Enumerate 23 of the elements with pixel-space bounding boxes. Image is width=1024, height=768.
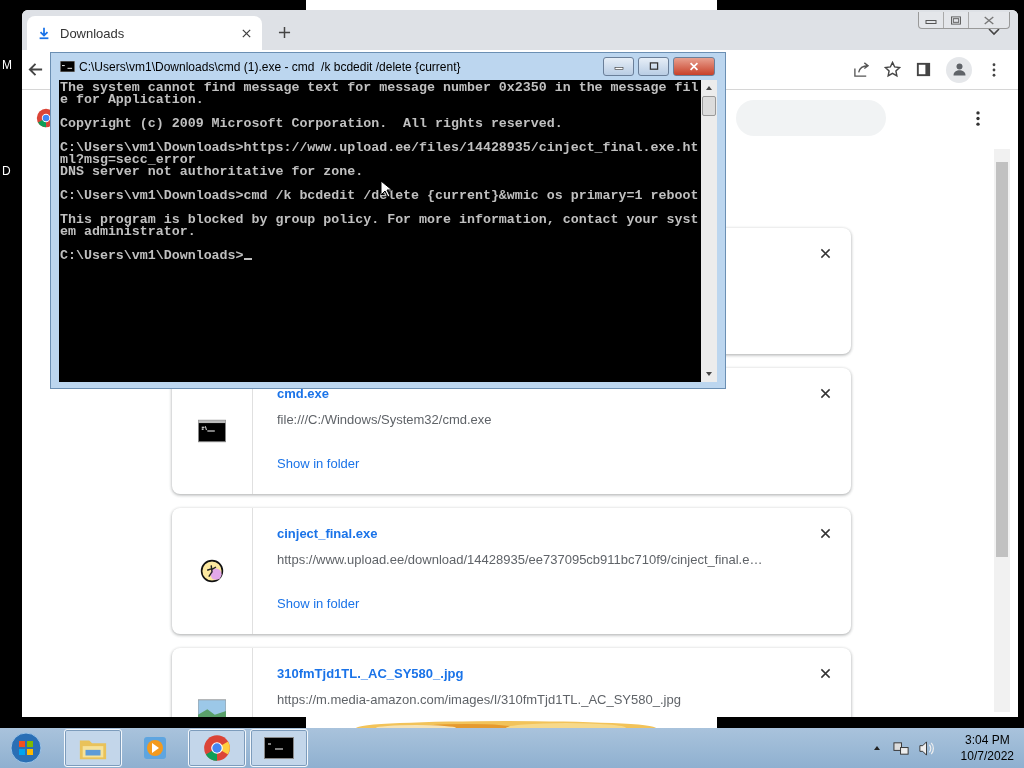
console-line: DNS server not authoritative for zone. bbox=[60, 166, 365, 178]
clock[interactable]: 3:04 PM 10/7/2022 bbox=[960, 732, 1014, 764]
console-line: ml?msg=secc_error bbox=[60, 154, 196, 166]
console-line: C:\Users\vm1\Downloads>cmd /k bcdedit /delete {current}&wmic os primary=1 reboot bbox=[60, 190, 700, 202]
desktop-icon-label: M bbox=[2, 58, 12, 72]
desktop-icon-label: D bbox=[2, 164, 12, 178]
console-line: C:\Users\vm1\Downloads> bbox=[60, 250, 701, 262]
file-url: https://m.media-amazon.com/images/I/310fmTjd1TL._AC_SY580_.jpg bbox=[277, 692, 681, 708]
console-line: em administrator. bbox=[60, 226, 197, 238]
window-title: C:\Users\vm1\Downloads\cmd (1).exe - cmd /k bcdedit /delete {current} bbox=[79, 59, 461, 74]
file-url: file:///C:/Windows/System32/cmd.exe bbox=[277, 412, 492, 428]
console-line: C:\Users\vm1\Downloads>https://www.upload.ee/files/14428935/cinject_final.exe.ht bbox=[60, 142, 700, 154]
console-line: The system cannot find message text for message number 0x2350 in the message fil bbox=[60, 82, 700, 94]
console-line: Copyright (c) 2009 Microsoft Corporation. All rights reserved. bbox=[60, 118, 564, 130]
show-in-folder-link[interactable]: Show in folder bbox=[277, 456, 360, 472]
console-line: This program is blocked by group policy. For more information, contact your syst bbox=[60, 214, 700, 226]
file-name-link[interactable]: 310fmTjd1TL._AC_SY580_.jpg bbox=[277, 666, 464, 682]
file-url: https://www.upload.ee/download/14428935/ee737095cb911bc710f9/cinject_final.e… bbox=[277, 552, 763, 568]
file-name-link[interactable]: cinject_final.exe bbox=[277, 526, 378, 542]
show-in-folder-link[interactable]: Show in folder bbox=[277, 596, 360, 612]
file-name-link[interactable]: cmd.exe bbox=[277, 386, 330, 402]
console-line: e for Application. bbox=[60, 94, 205, 106]
downloads-tab[interactable]: Downloads bbox=[27, 16, 262, 50]
